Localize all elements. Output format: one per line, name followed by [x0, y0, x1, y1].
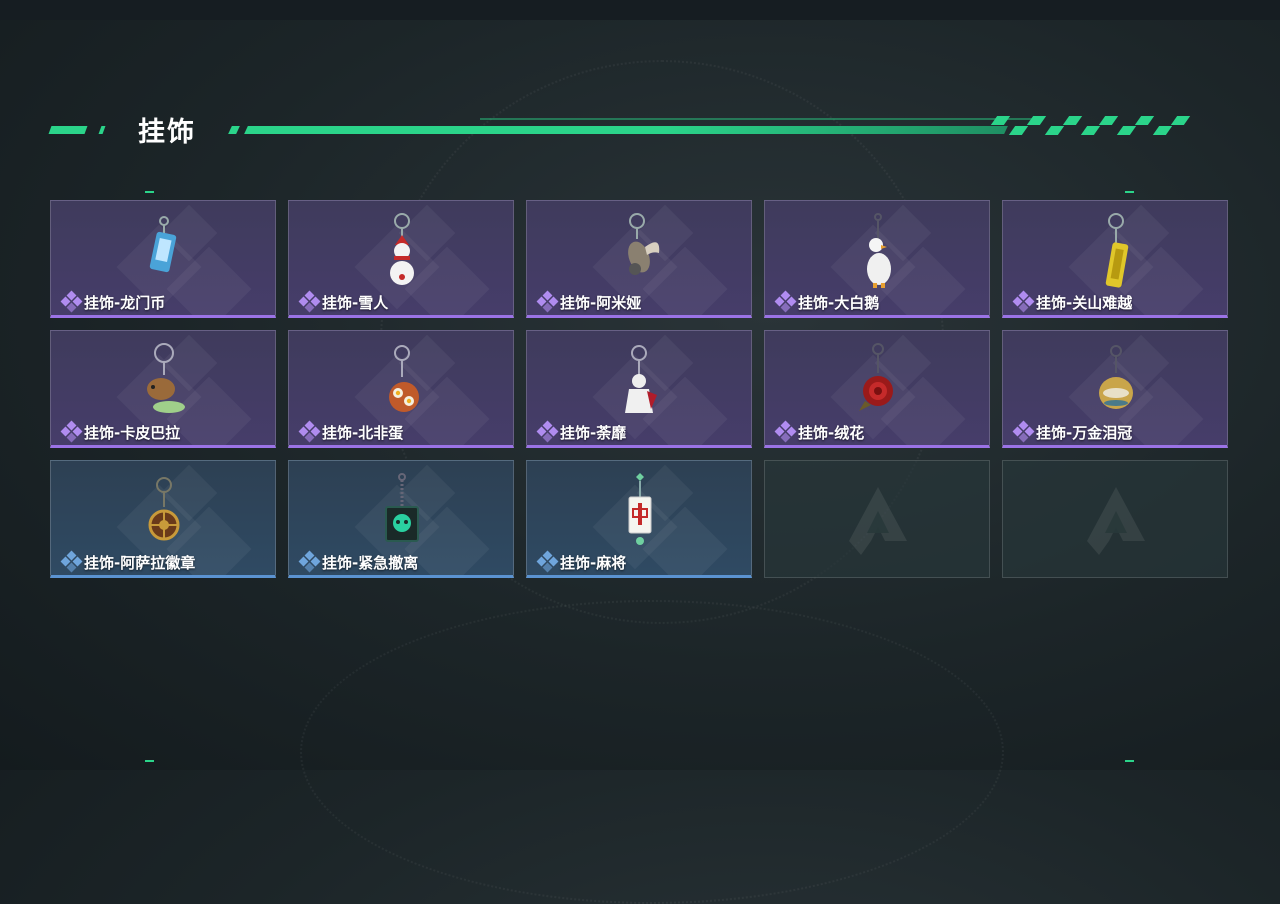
- rarity-icon: [298, 290, 321, 313]
- charm-card[interactable]: 挂饰-阿米娅: [526, 200, 752, 318]
- goose-charm-icon: [867, 213, 891, 288]
- charm-card[interactable]: 挂饰-北非蛋: [288, 330, 514, 448]
- background-ring: [300, 600, 1004, 904]
- charm-label: 挂饰-雪人: [322, 294, 389, 312]
- card-charm-icon: [149, 216, 177, 273]
- rarity-icon: [60, 420, 83, 443]
- charm-label: 挂饰-卡皮巴拉: [84, 424, 181, 442]
- charm-label: 挂饰-麻将: [560, 554, 627, 572]
- rarity-icon: [1012, 290, 1035, 313]
- corner-tick: [1125, 191, 1134, 193]
- charm-label: 挂饰-绒花: [798, 424, 865, 442]
- rarity-icon: [774, 290, 797, 313]
- red-rose-charm-icon: [859, 343, 893, 411]
- charm-card[interactable]: 挂饰-大白鹅: [764, 200, 990, 318]
- yellow-cylinder-charm-icon: [1105, 213, 1129, 288]
- section-title: 挂饰: [138, 117, 196, 148]
- header-accent-bar: [228, 126, 240, 134]
- empty-slot-logo-icon: [849, 487, 907, 555]
- charm-label: 挂饰-荼靡: [560, 424, 627, 442]
- top-bar: [0, 0, 1280, 20]
- corner-tick: [145, 191, 154, 193]
- rarity-icon: [774, 420, 797, 443]
- charm-card[interactable]: 挂饰-卡皮巴拉: [50, 330, 276, 448]
- charm-card[interactable]: 挂饰-阿萨拉徽章: [50, 460, 276, 578]
- charm-label: 挂饰-万金泪冠: [1036, 424, 1133, 442]
- charm-label: 挂饰-龙门币: [84, 294, 166, 312]
- wheel-badge-charm-icon: [148, 477, 180, 541]
- rabbit-plush-charm-icon: [628, 213, 660, 275]
- rarity-icon: [298, 420, 321, 443]
- header-accent-line: [244, 126, 1008, 134]
- green-skull-charm-icon: [385, 473, 419, 542]
- charm-label: 挂饰-大白鹅: [798, 294, 880, 312]
- charm-card[interactable]: 挂饰-雪人: [288, 200, 514, 318]
- capybara-charm-icon: [147, 343, 185, 413]
- section-header: 挂饰: [48, 108, 1210, 148]
- charm-card[interactable]: 挂饰-万金泪冠: [1002, 330, 1228, 448]
- mahjong-tile-charm-icon: [628, 473, 652, 545]
- rarity-icon: [1012, 420, 1035, 443]
- doll-charm-icon: [625, 345, 657, 413]
- rarity-icon: [298, 550, 321, 573]
- corner-tick: [1125, 760, 1134, 762]
- charm-label: 挂饰-阿米娅: [560, 294, 642, 312]
- charm-label: 挂饰-紧急撤离: [322, 554, 419, 572]
- header-checker-pattern: [990, 116, 1204, 136]
- rarity-icon: [536, 290, 559, 313]
- gold-crown-charm-icon: [1099, 345, 1133, 409]
- rarity-icon: [536, 550, 559, 573]
- charm-label: 挂饰-关山难越: [1036, 294, 1133, 312]
- rarity-icon: [60, 290, 83, 313]
- empty-charm-slot[interactable]: [764, 460, 990, 578]
- charm-card[interactable]: 挂饰-绒花: [764, 330, 990, 448]
- header-accent-bar: [98, 126, 106, 134]
- empty-slot-logo-icon: [1087, 487, 1145, 555]
- charm-card[interactable]: 挂饰-关山难越: [1002, 200, 1228, 318]
- charm-card[interactable]: 挂饰-荼靡: [526, 330, 752, 448]
- header-thin-line: [480, 118, 1040, 120]
- shakshuka-charm-icon: [389, 345, 419, 412]
- charm-label: 挂饰-阿萨拉徽章: [84, 554, 196, 572]
- corner-tick: [145, 760, 154, 762]
- empty-charm-slot[interactable]: [1002, 460, 1228, 578]
- rarity-icon: [536, 420, 559, 443]
- rarity-icon: [60, 550, 83, 573]
- charm-card[interactable]: 挂饰-麻将: [526, 460, 752, 578]
- header-accent-bar: [48, 126, 88, 134]
- charm-card[interactable]: 挂饰-龙门币: [50, 200, 276, 318]
- charm-card[interactable]: 挂饰-紧急撤离: [288, 460, 514, 578]
- charm-label: 挂饰-北非蛋: [322, 424, 404, 442]
- snowman-charm-icon: [390, 213, 414, 285]
